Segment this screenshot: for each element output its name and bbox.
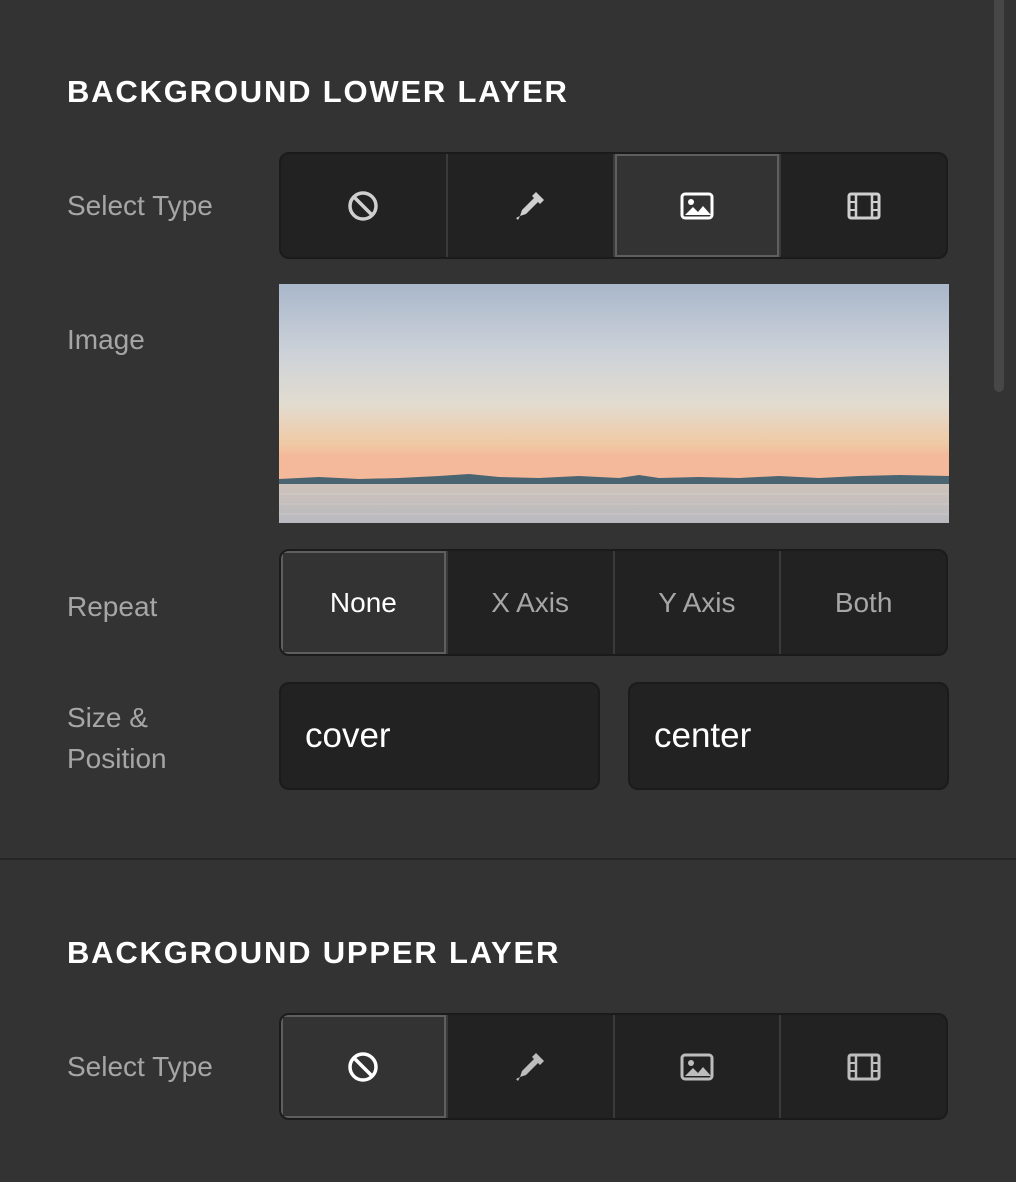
repeat-option-none[interactable]: None bbox=[281, 551, 448, 654]
eyedropper-icon bbox=[516, 191, 545, 220]
upper-type-color-option[interactable] bbox=[448, 1015, 615, 1118]
background-settings-panel: BACKGROUND LOWER LAYER Select Type Image bbox=[0, 0, 1016, 1182]
lower-type-color-option[interactable] bbox=[448, 154, 615, 257]
upper-select-type-control bbox=[279, 1013, 948, 1120]
lower-layer-section: BACKGROUND LOWER LAYER Select Type Image bbox=[0, 0, 1016, 858]
image-label: Image bbox=[67, 324, 145, 355]
none-icon bbox=[348, 1051, 379, 1082]
upper-layer-title: BACKGROUND UPPER LAYER bbox=[67, 935, 561, 970]
repeat-option-y-axis[interactable]: Y Axis bbox=[615, 551, 782, 654]
lower-layer-title: BACKGROUND LOWER LAYER bbox=[67, 74, 569, 109]
background-size-input[interactable]: cover bbox=[279, 682, 600, 790]
size-position-label-line2: Position bbox=[67, 743, 167, 774]
upper-layer-section: BACKGROUND UPPER LAYER Select Type bbox=[0, 860, 1016, 1182]
upper-select-type-label: Select Type bbox=[67, 1051, 213, 1082]
repeat-option-both[interactable]: Both bbox=[781, 551, 946, 654]
repeat-control: None X Axis Y Axis Both bbox=[279, 549, 948, 656]
lower-select-type-control bbox=[279, 152, 948, 259]
upper-type-none-option[interactable] bbox=[281, 1015, 448, 1118]
background-image-preview[interactable] bbox=[279, 284, 949, 523]
lower-select-type-label: Select Type bbox=[67, 190, 213, 221]
image-icon bbox=[680, 192, 714, 219]
background-position-input[interactable]: center bbox=[628, 682, 949, 790]
repeat-label: Repeat bbox=[67, 591, 158, 622]
landscape-image bbox=[279, 284, 949, 523]
lower-type-none-option[interactable] bbox=[281, 154, 448, 257]
size-position-label-line1: Size & bbox=[67, 702, 148, 733]
image-icon bbox=[680, 1053, 714, 1080]
lower-type-image-option[interactable] bbox=[614, 154, 782, 257]
lower-type-video-option[interactable] bbox=[781, 154, 946, 257]
eyedropper-icon bbox=[516, 1052, 545, 1081]
repeat-option-x-axis[interactable]: X Axis bbox=[448, 551, 615, 654]
upper-type-image-option[interactable] bbox=[615, 1015, 782, 1118]
video-icon bbox=[847, 1053, 881, 1080]
upper-type-video-option[interactable] bbox=[781, 1015, 946, 1118]
video-icon bbox=[847, 192, 881, 219]
none-icon bbox=[348, 190, 379, 221]
